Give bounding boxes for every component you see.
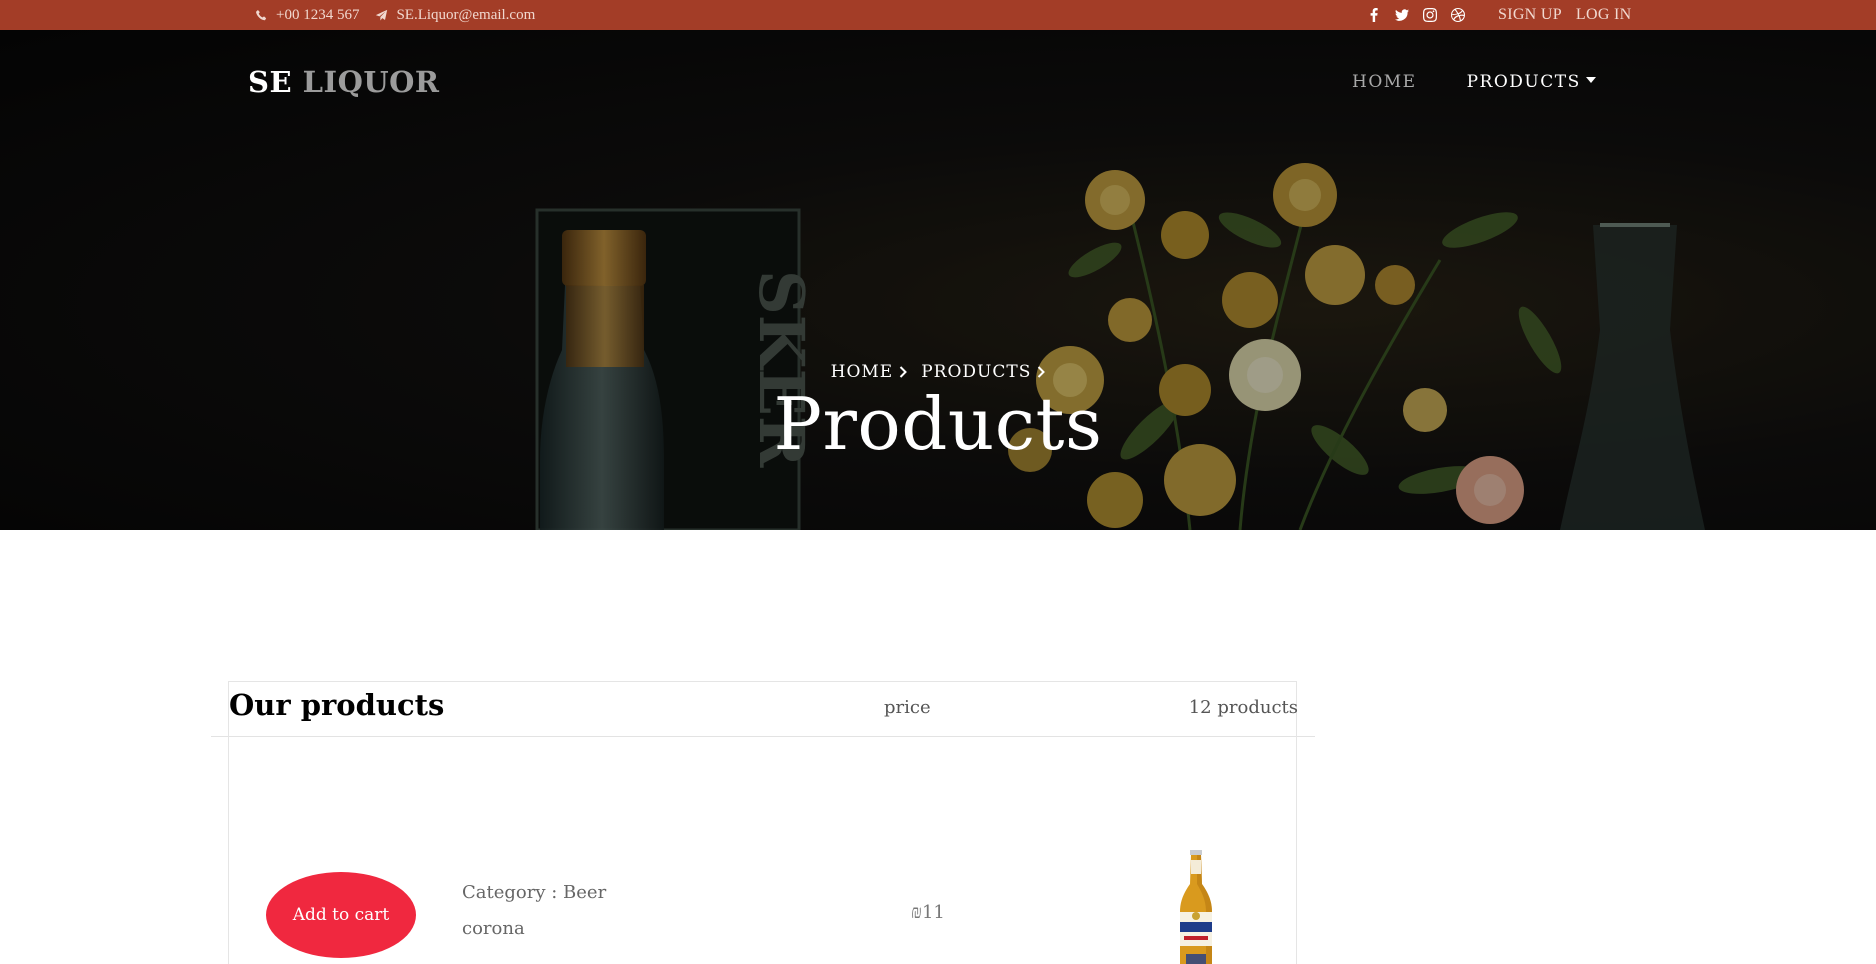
dribbble-icon[interactable]: [1450, 7, 1466, 23]
add-to-cart-button[interactable]: Add to cart: [266, 872, 416, 958]
product-count: 12 products: [1188, 697, 1298, 718]
contact-info: +00 1234 567 SE.Liquor@email.com: [255, 0, 535, 30]
brand-name-first: SE: [248, 65, 293, 99]
product-name: corona: [462, 918, 525, 939]
nav-home[interactable]: HOME: [1352, 72, 1417, 92]
breadcrumb-home[interactable]: HOME: [831, 362, 908, 382]
products-panel: Our products price 12 products Add to ca…: [228, 681, 1298, 964]
products-header: Our products price 12 products: [229, 682, 1298, 737]
products-heading: Our products: [229, 688, 445, 722]
chevron-right-icon: [1038, 366, 1046, 378]
top-bar: +00 1234 567 SE.Liquor@email.com SIGN UP…: [0, 0, 1876, 30]
nav-products-label: PRODUCTS: [1466, 72, 1581, 92]
auth-links: SIGN UP LOG IN: [1498, 0, 1631, 30]
phone-icon: [255, 9, 267, 20]
main-navbar: SE LIQUOR HOME PRODUCTS: [0, 30, 1876, 132]
breadcrumb: HOME PRODUCTS: [0, 362, 1876, 382]
product-price: ₪11: [911, 902, 945, 923]
hero-banner: SKER SE LIQUOR HOME PRODUCTS HOME PRODUC…: [0, 30, 1876, 530]
breadcrumb-products-label: PRODUCTS: [921, 362, 1032, 382]
caret-down-icon: [1585, 77, 1596, 83]
breadcrumb-home-label: HOME: [830, 362, 894, 382]
product-image[interactable]: [1176, 850, 1216, 964]
email-contact: SE.Liquor@email.com: [375, 7, 535, 24]
phone-contact: +00 1234 567: [255, 7, 359, 24]
price-column-header: price: [884, 697, 931, 718]
email-address: SE.Liquor@email.com: [396, 6, 536, 23]
page-title: Products: [773, 382, 1103, 466]
paper-plane-icon: [376, 9, 388, 21]
signup-link[interactable]: SIGN UP: [1498, 6, 1562, 24]
nav-products-dropdown[interactable]: PRODUCTS: [1467, 72, 1596, 92]
twitter-icon[interactable]: [1394, 7, 1410, 23]
product-category: Category : Beer: [462, 882, 607, 903]
instagram-icon[interactable]: [1422, 7, 1438, 23]
social-links: [1366, 0, 1466, 30]
brand-logo[interactable]: SE LIQUOR: [248, 65, 440, 99]
chevron-right-icon: [900, 366, 908, 378]
login-link[interactable]: LOG IN: [1576, 6, 1632, 24]
breadcrumb-products[interactable]: PRODUCTS: [921, 362, 1046, 382]
facebook-icon[interactable]: [1366, 7, 1382, 23]
phone-number: +00 1234 567: [276, 6, 360, 23]
nav-menu: HOME PRODUCTS: [1352, 72, 1596, 92]
product-row: Add to cart Category : Beer corona ₪11: [229, 737, 1298, 964]
brand-name-second: LIQUOR: [302, 65, 440, 99]
